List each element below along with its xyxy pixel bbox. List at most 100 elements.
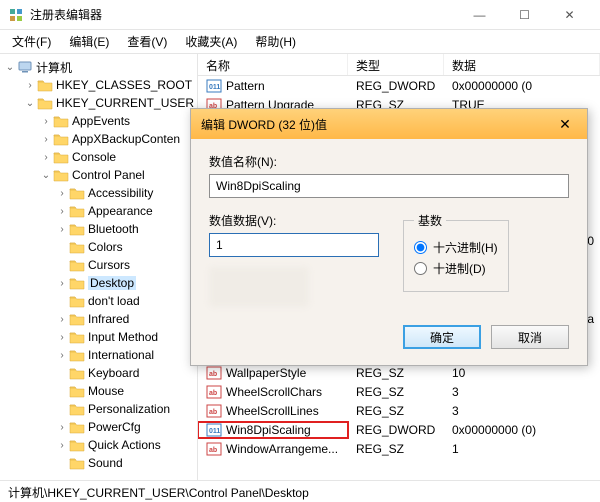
tree-item[interactable]: ⌄Control Panel (0, 166, 197, 184)
value-data-input[interactable] (209, 233, 379, 257)
tree-item[interactable]: ›PowerCfg (0, 418, 197, 436)
tree-item[interactable]: Personalization (0, 400, 197, 418)
tree-root[interactable]: ⌄ 计算机 (0, 58, 197, 76)
chevron-down-icon[interactable]: ⌄ (40, 170, 52, 181)
col-name[interactable]: 名称 (198, 54, 348, 75)
tree-item[interactable]: › Bluetooth (0, 220, 197, 238)
edit-dword-dialog: 编辑 DWORD (32 位)值 ✕ 数值名称(N): 数值数据(V): 基数 … (190, 108, 588, 366)
base-fieldset: 基数 十六进制(H) 十进制(D) (403, 212, 509, 292)
window-title: 注册表编辑器 (30, 6, 457, 23)
chevron-right-icon[interactable]: › (24, 80, 36, 91)
menu-edit[interactable]: 编辑(E) (61, 31, 117, 52)
cancel-button[interactable]: 取消 (491, 325, 569, 349)
tree-item-label: HKEY_CLASSES_ROOT (56, 78, 192, 92)
tree-item-label: Console (72, 150, 116, 164)
menu-file[interactable]: 文件(F) (4, 31, 59, 52)
tree-item[interactable]: ›Desktop (0, 274, 197, 292)
tree-item[interactable]: › Infrared (0, 310, 197, 328)
base-legend: 基数 (414, 212, 446, 229)
list-row[interactable]: Win8DpiScalingREG_DWORD0x00000000 (0) (198, 420, 600, 439)
list-row[interactable]: PatternREG_DWORD0x00000000 (0 (198, 76, 600, 95)
chevron-right-icon[interactable]: › (56, 440, 68, 451)
tree-item-label: Infrared (88, 312, 129, 326)
chevron-down-icon[interactable]: ⌄ (4, 62, 16, 73)
value-data: 0x00000000 (0) (444, 423, 600, 437)
value-type: REG_SZ (348, 366, 444, 380)
dialog-titlebar[interactable]: 编辑 DWORD (32 位)值 ✕ (191, 109, 587, 139)
folder-icon (69, 276, 85, 290)
tree-panel[interactable]: ⌄ 计算机 › HKEY_CLASSES_ROOT ⌄HKEY_CURRENT_US… (0, 54, 198, 480)
chevron-right-icon[interactable]: › (56, 314, 68, 325)
menu-favorites[interactable]: 收藏夹(A) (177, 31, 245, 52)
chevron-right-icon[interactable]: › (56, 350, 68, 361)
tree-item[interactable]: ›Input Method (0, 328, 197, 346)
string-value-icon (206, 365, 222, 381)
chevron-right-icon[interactable]: › (40, 116, 52, 127)
ok-button[interactable]: 确定 (403, 325, 481, 349)
chevron-right-icon[interactable]: › (56, 332, 68, 343)
list-row[interactable]: WheelScrollCharsREG_SZ3 (198, 382, 600, 401)
folder-icon (69, 384, 85, 398)
tree-item[interactable]: Keyboard (0, 364, 197, 382)
tree-item[interactable]: › Quick Actions (0, 436, 197, 454)
value-type: REG_SZ (348, 442, 444, 456)
tree-item[interactable]: ⌄HKEY_CURRENT_USER (0, 94, 197, 112)
computer-icon (17, 60, 33, 74)
chevron-right-icon[interactable]: › (40, 134, 52, 145)
tree-item-label: Colors (88, 240, 123, 254)
folder-icon (69, 186, 85, 200)
tree-item[interactable]: › Console (0, 148, 197, 166)
tree-item[interactable]: › HKEY_CLASSES_ROOT (0, 76, 197, 94)
folder-icon (69, 420, 85, 434)
radio-hex[interactable]: 十六进制(H) (414, 239, 498, 256)
chevron-right-icon[interactable]: › (56, 188, 68, 199)
tree-item[interactable]: Colors (0, 238, 197, 256)
menu-help[interactable]: 帮助(H) (247, 31, 304, 52)
tree-item[interactable]: › AppEvents (0, 112, 197, 130)
tree-item[interactable]: › AppXBackupConten (0, 130, 197, 148)
radio-dec[interactable]: 十进制(D) (414, 260, 498, 277)
folder-icon (69, 240, 85, 254)
tree-item[interactable]: Mouse (0, 382, 197, 400)
chevron-right-icon[interactable]: › (56, 278, 68, 289)
list-row[interactable]: WindowArrangeme...REG_SZ1 (198, 439, 600, 458)
col-data[interactable]: 数据 (444, 54, 600, 75)
tree-item[interactable]: Cursors (0, 256, 197, 274)
chevron-down-icon[interactable]: ⌄ (24, 98, 36, 109)
chevron-right-icon[interactable]: › (40, 152, 52, 163)
chevron-right-icon[interactable]: › (56, 422, 68, 433)
dialog-close-icon[interactable]: ✕ (553, 116, 577, 133)
folder-icon (69, 366, 85, 380)
chevron-right-icon[interactable]: › (56, 206, 68, 217)
string-value-icon (206, 403, 222, 419)
maximize-button[interactable]: ☐ (502, 1, 547, 29)
tree-item[interactable]: Sound (0, 454, 197, 472)
folder-icon (53, 168, 69, 182)
folder-icon (53, 132, 69, 146)
menu-view[interactable]: 查看(V) (119, 31, 175, 52)
data-label: 数值数据(V): (209, 212, 379, 229)
close-button[interactable]: ✕ (547, 1, 592, 29)
value-data: 10 (444, 366, 600, 380)
tree-item[interactable]: ›Appearance (0, 202, 197, 220)
tree-item-label: AppEvents (72, 114, 130, 128)
chevron-right-icon[interactable]: › (56, 224, 68, 235)
tree-item-label: Bluetooth (88, 222, 139, 236)
list-row[interactable]: WheelScrollLinesREG_SZ3 (198, 401, 600, 420)
tree-item[interactable]: ›Accessibility (0, 184, 197, 202)
tree-item-label: Cursors (88, 258, 130, 272)
value-name-input[interactable] (209, 174, 569, 198)
tree-item-label: Quick Actions (88, 438, 161, 452)
value-data: 0x00000000 (0 (444, 79, 600, 93)
folder-icon (53, 114, 69, 128)
radio-dec-input[interactable] (414, 262, 427, 275)
folder-icon (69, 348, 85, 362)
radio-hex-input[interactable] (414, 241, 427, 254)
tree-item[interactable]: don't load (0, 292, 197, 310)
col-type[interactable]: 类型 (348, 54, 444, 75)
list-header[interactable]: 名称 类型 数据 (198, 54, 600, 76)
minimize-button[interactable]: ― (457, 1, 502, 29)
string-value-icon (206, 441, 222, 457)
tree-item[interactable]: ›International (0, 346, 197, 364)
tree-item-label: AppXBackupConten (72, 132, 180, 146)
